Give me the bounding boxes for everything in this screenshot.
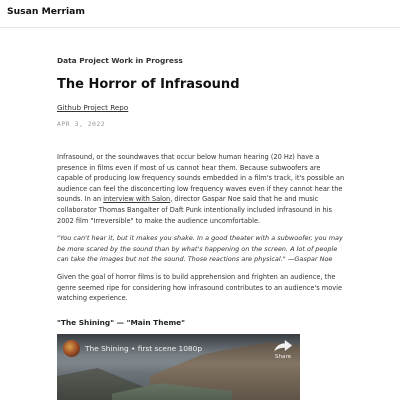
genre-paragraph: Given the goal of horror films is to bui… [57,272,343,303]
channel-avatar[interactable] [63,340,80,357]
post-content: Data Project Work in Progress The Horror… [57,56,347,328]
section-heading-shining: "The Shining" — "Main Theme" [57,317,186,327]
embedded-video-player[interactable]: The Shining • first scene 1080p Share [57,334,300,400]
share-icon [274,340,293,352]
site-title-link[interactable]: Susan Merriam [7,6,85,17]
share-label: Share [274,354,292,360]
post-date: APR 3, 2022 [57,121,106,128]
share-button[interactable]: Share [272,339,294,365]
post-title: The Horror of Infrasound [57,77,240,92]
intro-paragraph: Infrasound, or the soundwaves that occur… [57,152,347,226]
post-category: Data Project Work in Progress [57,56,183,65]
salon-interview-link[interactable]: interview with Salon [103,195,170,203]
site-header: Susan Merriam [0,0,400,28]
video-title[interactable]: The Shining • first scene 1080p [85,344,202,354]
noe-quote: "You can't hear it, but it makes you sha… [57,234,343,264]
github-repo-link[interactable]: Github Project Repo [57,102,128,113]
